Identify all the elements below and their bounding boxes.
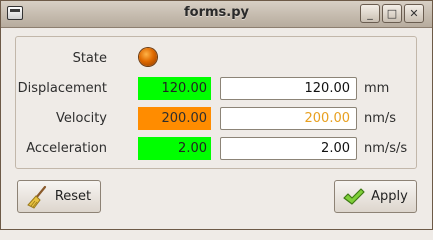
checkmark-icon (343, 187, 365, 207)
close-button[interactable]: ✕ (404, 4, 424, 23)
acceleration-label: Acceleration (26, 141, 107, 156)
maximize-button[interactable]: □ (382, 4, 402, 23)
velocity-label: Velocity (56, 111, 107, 126)
minimize-button[interactable]: _ (360, 4, 380, 23)
apply-button[interactable]: Apply (334, 180, 417, 213)
apply-button-label: Apply (371, 189, 408, 204)
title-bar[interactable]: forms.py _ □ ✕ (1, 1, 432, 28)
displacement-unit: mm (364, 81, 390, 96)
velocity-readout: 200.00 (138, 107, 211, 130)
state-label: State (72, 51, 107, 66)
displacement-input[interactable]: 120.00 (220, 77, 357, 100)
velocity-unit: nm/s (364, 111, 397, 126)
form-panel: State Displacement 120.00 120.00 mm Velo… (15, 36, 417, 169)
displacement-readout: 120.00 (138, 77, 211, 100)
reset-button-label: Reset (54, 189, 92, 204)
acceleration-unit: nm/s/s (364, 141, 408, 156)
main-window: forms.py _ □ ✕ State Displacement 120.00… (0, 0, 433, 230)
state-led-icon (139, 48, 157, 66)
acceleration-input[interactable]: 2.00 (220, 137, 357, 160)
acceleration-readout: 2.00 (138, 137, 211, 160)
displacement-label: Displacement (17, 81, 107, 96)
velocity-input[interactable]: 200.00 (220, 107, 357, 130)
broom-icon (27, 185, 49, 209)
reset-button[interactable]: Reset (17, 180, 101, 213)
